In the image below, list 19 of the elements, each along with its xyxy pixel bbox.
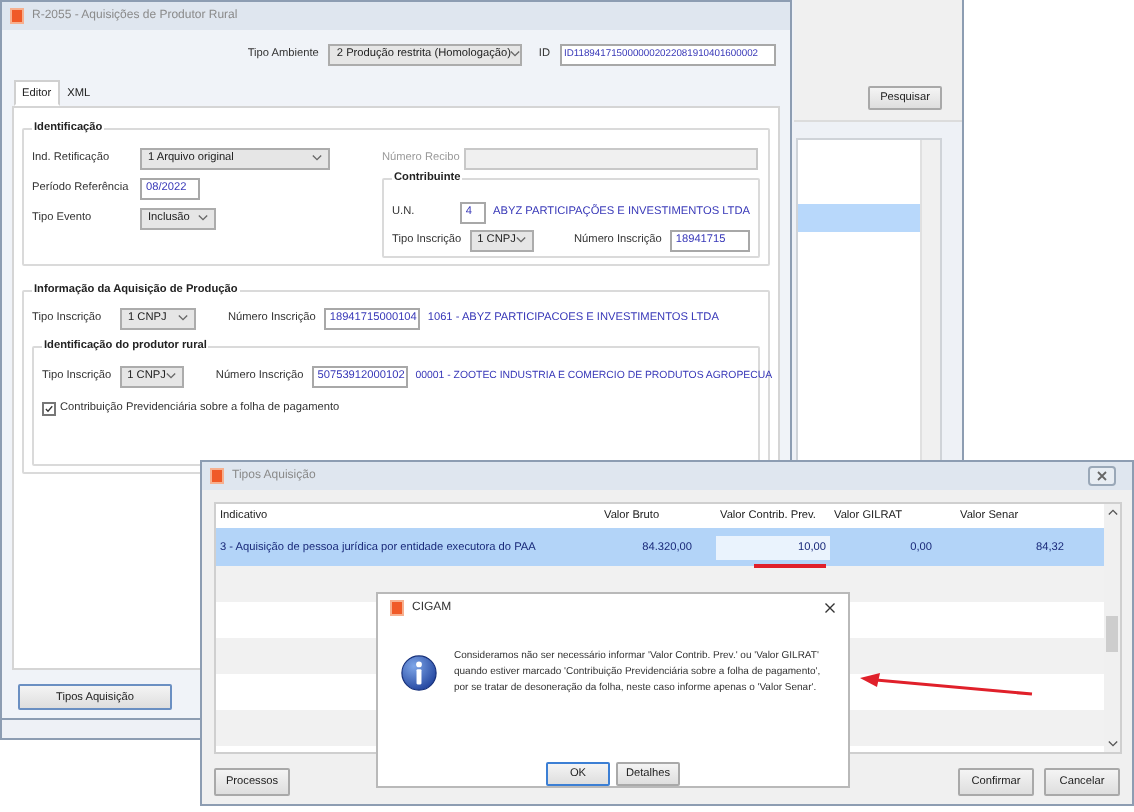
annotation-underline xyxy=(754,564,826,568)
caret-icon xyxy=(312,154,322,162)
checkbox[interactable] xyxy=(42,401,56,415)
scroll-up-icon[interactable] xyxy=(1107,508,1117,516)
caret-icon xyxy=(510,50,521,58)
receipt-field[interactable] xyxy=(464,147,758,169)
caret-icon xyxy=(198,214,208,222)
caret-icon xyxy=(165,372,176,380)
app-icon xyxy=(10,8,24,24)
caret-icon xyxy=(178,314,188,322)
close-icon[interactable] xyxy=(824,602,836,615)
scrollbar[interactable] xyxy=(1104,504,1120,752)
scroll-down-icon[interactable] xyxy=(1107,740,1117,748)
scrollbar-thumb[interactable] xyxy=(1106,616,1118,652)
caret-icon xyxy=(516,236,527,244)
scrollbar[interactable] xyxy=(920,140,940,460)
app-icon xyxy=(390,600,404,617)
app-icon xyxy=(210,468,224,484)
info-icon xyxy=(400,653,438,692)
